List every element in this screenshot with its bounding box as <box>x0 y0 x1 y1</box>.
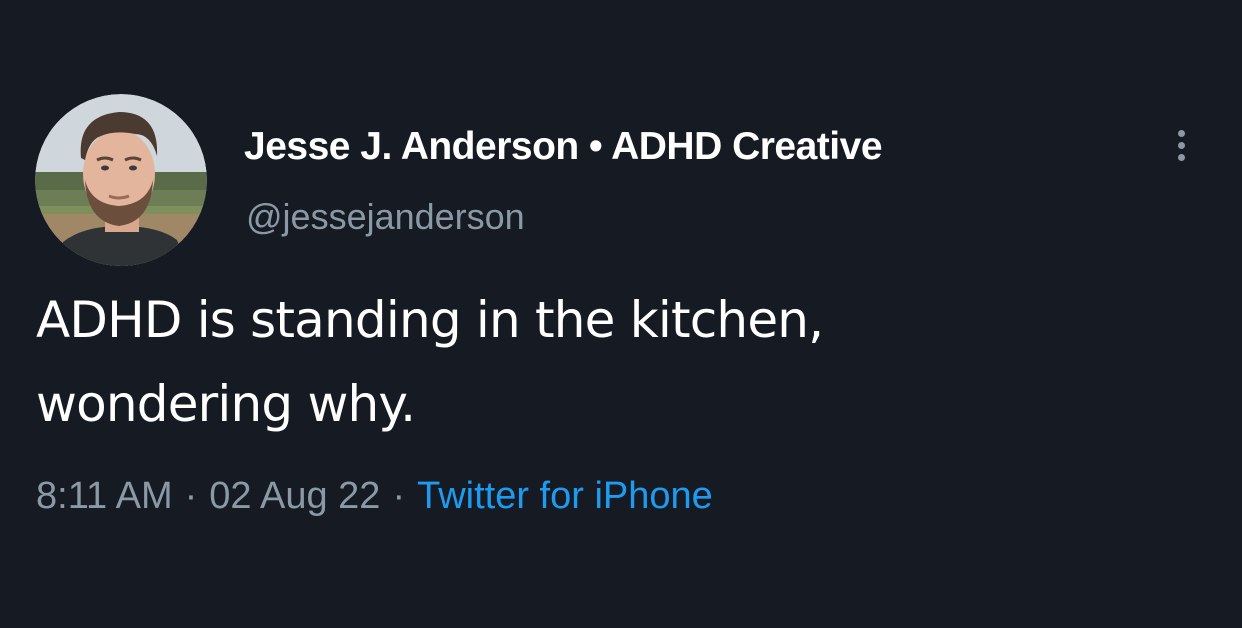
meta-separator: · <box>392 475 406 517</box>
more-vertical-icon <box>1177 129 1185 137</box>
tweet-time[interactable]: 8:11 AM <box>36 475 173 517</box>
meta-separator: · <box>184 475 198 517</box>
more-options-button[interactable] <box>1166 121 1196 169</box>
tweet-source-link[interactable]: Twitter for iPhone <box>417 475 713 517</box>
more-vertical-icon-dot <box>1177 153 1185 161</box>
tweet-meta: 8:11 AM · 02 Aug 22 · Twitter for iPhone <box>36 473 713 519</box>
display-name[interactable]: Jesse J. Anderson • ADHD Creative <box>244 124 883 170</box>
more-vertical-icon-dot <box>1177 141 1185 149</box>
tweet-text: ADHD is standing in the kitchen, wonderi… <box>36 278 1186 446</box>
tweet-card: Jesse J. Anderson • ADHD Creative @jesse… <box>0 0 1242 628</box>
avatar[interactable] <box>35 94 207 266</box>
profile-photo <box>35 94 207 266</box>
tweet-text-line: wondering why. <box>36 375 416 433</box>
user-handle[interactable]: @jessejanderson <box>246 195 525 239</box>
tweet-date[interactable]: 02 Aug 22 <box>209 475 380 517</box>
tweet-text-line: ADHD is standing in the kitchen, <box>36 291 824 349</box>
